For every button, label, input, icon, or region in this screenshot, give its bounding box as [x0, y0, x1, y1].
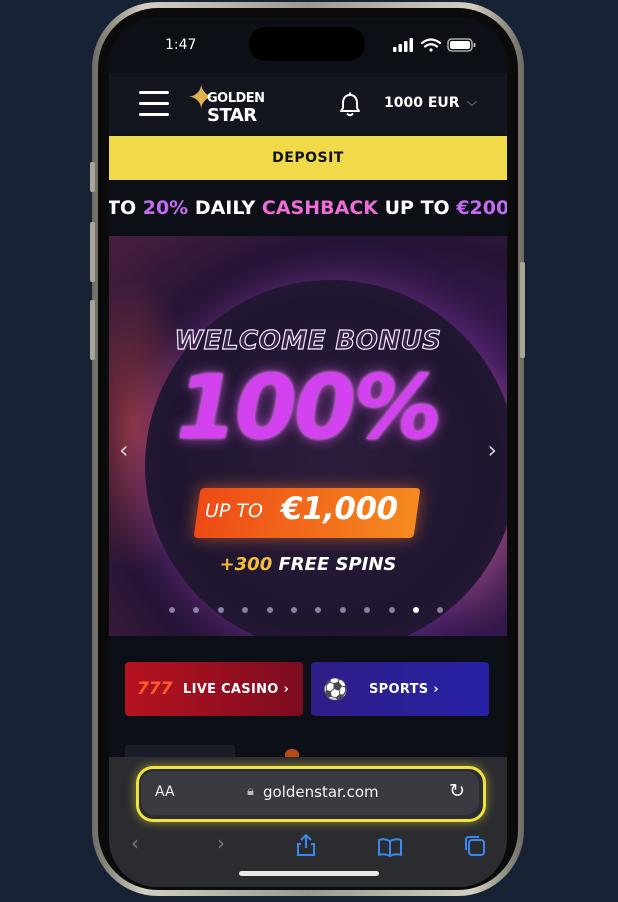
phone-screen: 1:47 ✦ GOLDEN STAR 1000 EUR ⌵ DEPOSIT TO… — [109, 17, 507, 887]
status-time: 1:47 — [165, 37, 197, 53]
live-casino-button[interactable]: 777 LIVE CASINO › — [125, 662, 303, 716]
promo-ticker: TO 20% DAILY CASHBACK UP TO €200 — [109, 180, 507, 236]
sports-icon: ⚽ — [323, 677, 348, 701]
reload-icon[interactable]: ↻ — [449, 780, 465, 802]
sports-label: SPORTS › — [369, 682, 439, 697]
chevron-right-icon[interactable]: › — [487, 436, 497, 464]
lock-icon: 🔒︎ — [247, 784, 254, 799]
tabs-icon[interactable] — [463, 835, 487, 857]
carousel-dot[interactable] — [413, 607, 419, 613]
banner-upto-label: UP TO — [205, 500, 263, 522]
text-size-button[interactable]: AA — [155, 784, 175, 800]
carousel-dot[interactable] — [169, 607, 175, 613]
volume-up-button — [90, 222, 95, 282]
chevron-down-icon[interactable]: ⌵ — [467, 95, 477, 110]
chevron-left-icon[interactable]: ‹ — [119, 436, 129, 464]
logo-text-top: GOLDEN — [207, 91, 265, 106]
status-bar: 1:47 — [109, 17, 507, 73]
carousel-dot[interactable] — [266, 607, 273, 613]
bookmarks-icon[interactable] — [377, 837, 403, 857]
live-casino-text: LIVE CASINO — [183, 682, 279, 697]
wifi-icon — [420, 38, 442, 52]
ticker-text: UP TO — [378, 197, 457, 219]
site-header: ✦ GOLDEN STAR 1000 EUR ⌵ — [109, 73, 507, 135]
battery-icon — [447, 38, 476, 52]
live-casino-label: LIVE CASINO › — [183, 682, 289, 697]
url-bar[interactable]: AA 🔒︎ goldenstar.com ↻ — [141, 771, 479, 815]
banner-headline: WELCOME BONUS — [174, 325, 442, 356]
banner-upto-amount: €1,000 — [281, 491, 398, 527]
carousel-dot[interactable] — [217, 607, 224, 613]
url-text: goldenstar.com — [263, 783, 379, 801]
welcome-bonus-banner[interactable]: WELCOME BONUS 100% UP TO €1,000 +300 FRE… — [109, 236, 507, 636]
spins-count: +300 — [219, 554, 273, 575]
carousel-dot[interactable] — [193, 607, 200, 613]
ticker-text: TO — [109, 197, 143, 219]
signal-icon — [393, 38, 413, 52]
safari-toolbar: AA 🔒︎ goldenstar.com ↻ ‹ › — [109, 757, 507, 887]
balance-display[interactable]: 1000 EUR — [384, 95, 460, 111]
sports-text: SPORTS — [369, 682, 429, 697]
carousel-dot[interactable] — [339, 607, 346, 613]
banner-percent: 100% — [176, 356, 442, 459]
deposit-button[interactable]: DEPOSIT — [109, 136, 507, 180]
ticker-percent: 20% — [142, 197, 189, 219]
banner-free-spins: +300 FREE SPINS — [109, 554, 507, 575]
volume-down-button — [90, 300, 95, 360]
site-logo[interactable]: ✦ GOLDEN STAR — [187, 81, 283, 127]
spins-label: FREE SPINS — [272, 554, 397, 575]
silent-switch — [90, 162, 95, 192]
share-icon[interactable] — [295, 833, 317, 857]
chevron-right-icon: › — [433, 682, 439, 697]
menu-icon[interactable] — [139, 91, 169, 117]
chevron-right-icon: › — [283, 682, 290, 697]
notification-bell-icon[interactable] — [339, 92, 361, 118]
sports-button[interactable]: ⚽ SPORTS › — [311, 662, 489, 716]
slot-777-icon: 777 — [137, 679, 173, 699]
carousel-dot[interactable] — [291, 607, 297, 613]
ticker-amount: €200 — [456, 197, 507, 219]
status-icons — [393, 38, 476, 52]
dynamic-island — [249, 27, 365, 61]
back-icon[interactable]: ‹ — [131, 831, 139, 855]
home-indicator — [239, 871, 379, 876]
ticker-cashback: CASHBACK — [261, 197, 378, 219]
logo-text-bottom: STAR — [207, 105, 257, 126]
ticker-text: DAILY — [188, 197, 262, 219]
forward-icon[interactable]: › — [217, 831, 225, 855]
power-button — [520, 262, 525, 358]
carousel-dot[interactable] — [388, 607, 395, 613]
